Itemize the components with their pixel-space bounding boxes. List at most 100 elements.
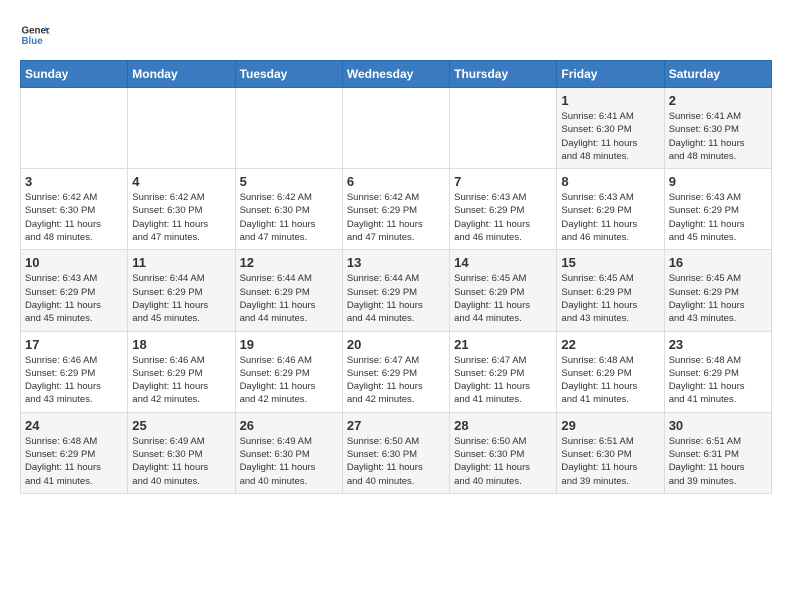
day-number: 13 <box>347 255 445 270</box>
day-number: 16 <box>669 255 767 270</box>
day-number: 6 <box>347 174 445 189</box>
day-number: 19 <box>240 337 338 352</box>
calendar-cell: 22Sunrise: 6:48 AM Sunset: 6:29 PM Dayli… <box>557 331 664 412</box>
calendar-cell: 14 Sunrise: 6:45 AM Sunset: 6:29 PM Dayli… <box>450 250 557 331</box>
day-info: Sunrise: 6:44 AM Sunset: 6:29 PM Dayligh… <box>132 272 230 325</box>
day-number: 4 <box>132 174 230 189</box>
day-number: 24 <box>25 418 123 433</box>
day-info: Sunrise: 6:46 AM Sunset: 6:29 PM Dayligh… <box>25 354 123 407</box>
weekday-header: Monday <box>128 61 235 88</box>
day-number: 3 <box>25 174 123 189</box>
calendar-cell: 4 Sunrise: 6:42 AM Sunset: 6:30 PM Daylig… <box>128 169 235 250</box>
day-number: 14 <box>454 255 552 270</box>
day-info: Sunrise: 6:50 AM Sunset: 6:30 PM Dayligh… <box>347 435 445 488</box>
calendar-cell: 27Sunrise: 6:50 AM Sunset: 6:30 PM Dayli… <box>342 412 449 493</box>
day-info: Sunrise: 6:44 AM Sunset: 6:29 PM Dayligh… <box>347 272 445 325</box>
calendar-cell: 26 Sunrise: 6:49 AM Sunset: 6:30 PM Dayli… <box>235 412 342 493</box>
day-info: Sunrise: 6:42 AM Sunset: 6:30 PM Dayligh… <box>132 191 230 244</box>
day-info: Sunrise: 6:42 AM Sunset: 6:30 PM Dayligh… <box>25 191 123 244</box>
calendar-cell: 5 Sunrise: 6:42 AM Sunset: 6:30 PM Daylig… <box>235 169 342 250</box>
calendar-cell <box>235 88 342 169</box>
day-number: 8 <box>561 174 659 189</box>
calendar-cell: 16 Sunrise: 6:45 AM Sunset: 6:29 PM Dayli… <box>664 250 771 331</box>
day-info: Sunrise: 6:49 AM Sunset: 6:30 PM Dayligh… <box>240 435 338 488</box>
day-number: 25 <box>132 418 230 433</box>
day-info: Sunrise: 6:51 AM Sunset: 6:31 PM Dayligh… <box>669 435 767 488</box>
day-info: Sunrise: 6:43 AM Sunset: 6:29 PM Dayligh… <box>25 272 123 325</box>
day-number: 10 <box>25 255 123 270</box>
calendar-cell: 9 Sunrise: 6:43 AM Sunset: 6:29 PM Daylig… <box>664 169 771 250</box>
day-number: 11 <box>132 255 230 270</box>
calendar-cell: 21 Sunrise: 6:47 AM Sunset: 6:29 PM Dayli… <box>450 331 557 412</box>
calendar-cell: 18 Sunrise: 6:46 AM Sunset: 6:29 PM Dayli… <box>128 331 235 412</box>
day-number: 5 <box>240 174 338 189</box>
day-number: 30 <box>669 418 767 433</box>
weekday-header: Saturday <box>664 61 771 88</box>
calendar-cell: 7Sunrise: 6:43 AM Sunset: 6:29 PM Daylig… <box>450 169 557 250</box>
day-info: Sunrise: 6:50 AM Sunset: 6:30 PM Dayligh… <box>454 435 552 488</box>
day-number: 1 <box>561 93 659 108</box>
day-number: 21 <box>454 337 552 352</box>
day-info: Sunrise: 6:45 AM Sunset: 6:29 PM Dayligh… <box>454 272 552 325</box>
weekday-header: Friday <box>557 61 664 88</box>
day-info: Sunrise: 6:47 AM Sunset: 6:29 PM Dayligh… <box>454 354 552 407</box>
weekday-header: Wednesday <box>342 61 449 88</box>
calendar-cell: 23 Sunrise: 6:48 AM Sunset: 6:29 PM Dayli… <box>664 331 771 412</box>
day-info: Sunrise: 6:43 AM Sunset: 6:29 PM Dayligh… <box>669 191 767 244</box>
day-info: Sunrise: 6:51 AM Sunset: 6:30 PM Dayligh… <box>561 435 659 488</box>
day-info: Sunrise: 6:43 AM Sunset: 6:29 PM Dayligh… <box>561 191 659 244</box>
day-info: Sunrise: 6:45 AM Sunset: 6:29 PM Dayligh… <box>561 272 659 325</box>
calendar-cell: 19 Sunrise: 6:46 AM Sunset: 6:29 PM Dayli… <box>235 331 342 412</box>
weekday-header: Sunday <box>21 61 128 88</box>
day-info: Sunrise: 6:48 AM Sunset: 6:29 PM Dayligh… <box>561 354 659 407</box>
day-info: Sunrise: 6:49 AM Sunset: 6:30 PM Dayligh… <box>132 435 230 488</box>
day-number: 12 <box>240 255 338 270</box>
calendar-week-row: 1 Sunrise: 6:41 AM Sunset: 6:30 PM Daylig… <box>21 88 772 169</box>
calendar-cell: 25 Sunrise: 6:49 AM Sunset: 6:30 PM Dayli… <box>128 412 235 493</box>
day-info: Sunrise: 6:47 AM Sunset: 6:29 PM Dayligh… <box>347 354 445 407</box>
logo: General Blue <box>20 20 50 50</box>
calendar-cell: 13 Sunrise: 6:44 AM Sunset: 6:29 PM Dayli… <box>342 250 449 331</box>
day-number: 26 <box>240 418 338 433</box>
calendar-cell: 24Sunrise: 6:48 AM Sunset: 6:29 PM Dayli… <box>21 412 128 493</box>
calendar-week-row: 17 Sunrise: 6:46 AM Sunset: 6:29 PM Dayli… <box>21 331 772 412</box>
day-number: 9 <box>669 174 767 189</box>
day-info: Sunrise: 6:42 AM Sunset: 6:30 PM Dayligh… <box>240 191 338 244</box>
day-info: Sunrise: 6:46 AM Sunset: 6:29 PM Dayligh… <box>240 354 338 407</box>
calendar-cell <box>342 88 449 169</box>
day-number: 20 <box>347 337 445 352</box>
day-number: 28 <box>454 418 552 433</box>
day-number: 17 <box>25 337 123 352</box>
svg-text:Blue: Blue <box>22 36 44 47</box>
calendar-cell: 12 Sunrise: 6:44 AM Sunset: 6:29 PM Dayli… <box>235 250 342 331</box>
day-info: Sunrise: 6:46 AM Sunset: 6:29 PM Dayligh… <box>132 354 230 407</box>
day-number: 18 <box>132 337 230 352</box>
day-number: 2 <box>669 93 767 108</box>
calendar-cell: 20 Sunrise: 6:47 AM Sunset: 6:29 PM Dayli… <box>342 331 449 412</box>
calendar-cell <box>21 88 128 169</box>
calendar-cell: 11 Sunrise: 6:44 AM Sunset: 6:29 PM Dayli… <box>128 250 235 331</box>
calendar-week-row: 10 Sunrise: 6:43 AM Sunset: 6:29 PM Dayli… <box>21 250 772 331</box>
day-number: 15 <box>561 255 659 270</box>
day-info: Sunrise: 6:41 AM Sunset: 6:30 PM Dayligh… <box>669 110 767 163</box>
day-info: Sunrise: 6:44 AM Sunset: 6:29 PM Dayligh… <box>240 272 338 325</box>
calendar-cell: 17 Sunrise: 6:46 AM Sunset: 6:29 PM Dayli… <box>21 331 128 412</box>
calendar-table: SundayMondayTuesdayWednesdayThursdayFrid… <box>20 60 772 494</box>
calendar-cell: 15 Sunrise: 6:45 AM Sunset: 6:29 PM Dayli… <box>557 250 664 331</box>
day-number: 23 <box>669 337 767 352</box>
calendar-cell: 6Sunrise: 6:42 AM Sunset: 6:29 PM Daylig… <box>342 169 449 250</box>
calendar-cell: 10 Sunrise: 6:43 AM Sunset: 6:29 PM Dayli… <box>21 250 128 331</box>
calendar-header-row: SundayMondayTuesdayWednesdayThursdayFrid… <box>21 61 772 88</box>
calendar-week-row: 3 Sunrise: 6:42 AM Sunset: 6:30 PM Daylig… <box>21 169 772 250</box>
weekday-header: Thursday <box>450 61 557 88</box>
calendar-cell: 28 Sunrise: 6:50 AM Sunset: 6:30 PM Dayli… <box>450 412 557 493</box>
calendar-cell <box>450 88 557 169</box>
calendar-cell: 29Sunrise: 6:51 AM Sunset: 6:30 PM Dayli… <box>557 412 664 493</box>
day-info: Sunrise: 6:41 AM Sunset: 6:30 PM Dayligh… <box>561 110 659 163</box>
calendar-cell: 2 Sunrise: 6:41 AM Sunset: 6:30 PM Daylig… <box>664 88 771 169</box>
day-number: 7 <box>454 174 552 189</box>
day-info: Sunrise: 6:48 AM Sunset: 6:29 PM Dayligh… <box>669 354 767 407</box>
page-header: General Blue <box>20 20 772 50</box>
day-info: Sunrise: 6:45 AM Sunset: 6:29 PM Dayligh… <box>669 272 767 325</box>
calendar-cell: 1 Sunrise: 6:41 AM Sunset: 6:30 PM Daylig… <box>557 88 664 169</box>
